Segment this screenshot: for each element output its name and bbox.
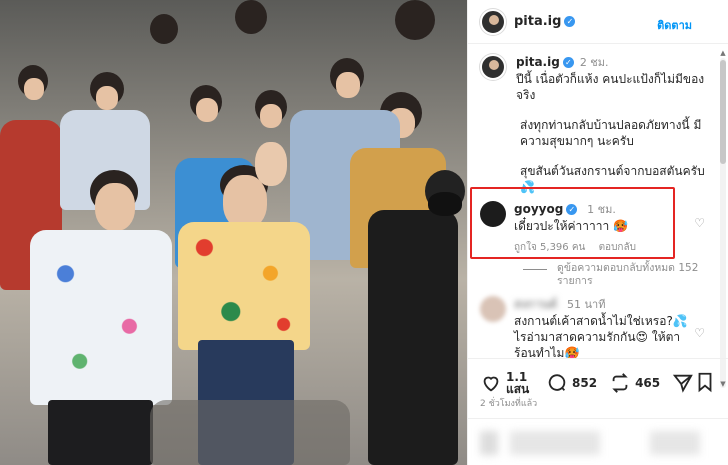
follow-button[interactable]: ติดตาม <box>657 16 692 34</box>
bookmark-icon[interactable] <box>694 371 716 393</box>
comment-action[interactable]: 852 <box>546 372 597 394</box>
likes-count: 1.1 แสน <box>506 370 530 396</box>
scroll-up-icon[interactable]: ▲ <box>720 49 726 57</box>
comment-time: 51 นาที <box>567 298 606 311</box>
comments-count: 852 <box>572 376 598 390</box>
caption-avatar[interactable] <box>480 54 506 80</box>
like-action[interactable]: 1.1 แสน <box>480 371 534 395</box>
reposts-count: 465 <box>635 376 661 390</box>
post-caption: pita.ig ✓ 2 ชม. ปีนี้ เนื่อตัวก็แห้ง คนปะแ… <box>480 54 715 209</box>
comment-text: สงกานต์เค้าสาดน้ำไม่ใช่เหรอ?💦 ไรอ่ามาสาด… <box>514 314 688 358</box>
posted-ago: 2 ชั่วโมงที่แล้ว <box>480 399 538 409</box>
divider <box>523 269 547 270</box>
caption-time: 2 ชม. <box>579 56 609 69</box>
scrollbar-thumb[interactable] <box>720 60 726 164</box>
commenter-avatar[interactable] <box>480 296 506 322</box>
comment-like-heart-icon[interactable]: ♡ <box>694 326 705 340</box>
add-comment-area[interactable] <box>468 418 728 465</box>
commenter-username[interactable]: สงกานต์ <box>514 297 557 311</box>
comment-like-heart-icon[interactable]: ♡ <box>694 216 705 230</box>
instagram-post-view: pita.ig ✓ ติดตาม pita.ig ✓ 2 ชม. ปีนี้ เนื่… <box>0 0 728 465</box>
verified-badge-icon: ✓ <box>562 57 574 68</box>
verified-badge-icon: ✓ <box>564 16 576 27</box>
heart-icon[interactable] <box>480 372 502 394</box>
caption-username[interactable]: pita.ig <box>516 55 560 69</box>
post-photo[interactable] <box>0 0 467 465</box>
repost-action[interactable]: 465 <box>609 372 660 394</box>
comment-item: สงกานต์ 51 นาที สงกานต์เค้าสาดน้ำไม่ใช่เ… <box>480 296 699 358</box>
caption-line-2: ส่งทุกท่านกลับบ้านปลอดภัยทางนี้ มีความสุ… <box>520 118 702 148</box>
author-username[interactable]: pita.ig ✓ <box>514 14 576 29</box>
view-replies-label: ดูข้อความตอบกลับทั้งหมด 152 รายการ <box>557 262 699 287</box>
view-replies-link[interactable]: ดูข้อความตอบกลับทั้งหมด 152 รายการ <box>523 262 717 288</box>
post-header: pita.ig ✓ ติดตาม <box>468 0 728 44</box>
comment-icon[interactable] <box>546 372 568 394</box>
caption-line-1: ปีนี้ เนื่อตัวก็แห้ง คนปะแป้งก็ไม่มีของจ… <box>516 72 705 102</box>
share-icon[interactable] <box>672 372 694 394</box>
repost-icon[interactable] <box>609 372 631 394</box>
blurred-comment-input <box>480 431 700 455</box>
post-actions-bar: 1.1 แสน 852 465 2 ชั่วโมงที่แล้ว <box>468 358 728 418</box>
author-avatar[interactable] <box>480 8 506 35</box>
highlight-box <box>470 187 675 259</box>
